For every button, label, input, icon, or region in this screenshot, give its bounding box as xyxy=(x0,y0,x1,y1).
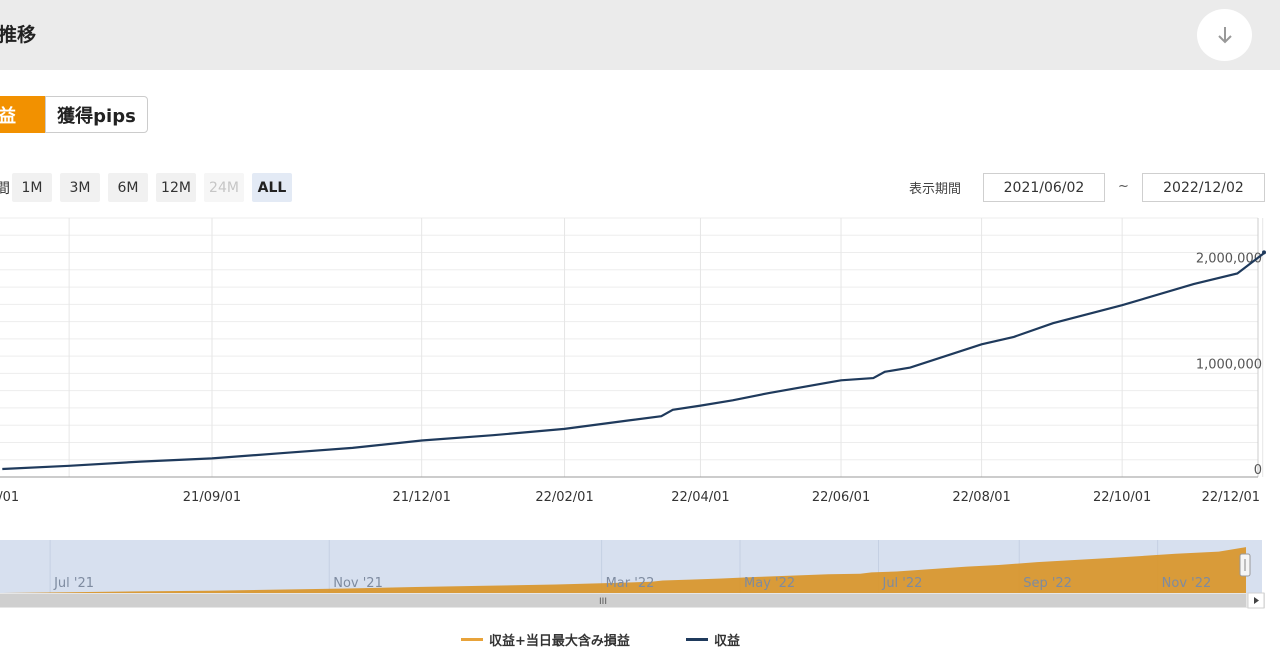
navigator-tick-label: Mar '22 xyxy=(606,576,655,591)
tab-profit-label: 益 xyxy=(0,105,16,127)
x-tick-label: 21/09/01 xyxy=(183,490,241,505)
y-tick-label: 2,000,000 xyxy=(1196,252,1262,267)
scrollbar-grip: III xyxy=(599,597,607,607)
period-separator: ~ xyxy=(1118,179,1129,194)
x-tick-label: 7/01 xyxy=(0,490,19,505)
range-all-button[interactable]: ALL xyxy=(252,173,292,202)
navigator-tick-label: Nov '21 xyxy=(333,576,383,591)
series-end-point xyxy=(1262,250,1266,255)
range-1m-button[interactable]: 1M xyxy=(12,173,52,202)
x-tick-label: 22/04/01 xyxy=(671,490,729,505)
y-tick-label: 1,000,000 xyxy=(1196,357,1262,372)
range-3m-button[interactable]: 3M xyxy=(60,173,100,202)
legend-label: 収益 xyxy=(714,634,741,649)
x-tick-label: 22/12/01 xyxy=(1202,490,1260,505)
range-12m-button[interactable]: 12M xyxy=(156,173,196,202)
download-button[interactable] xyxy=(1197,9,1252,61)
scrollbar-thumb xyxy=(0,594,1246,607)
profit-chart: 0 1,000,000 2,000,000 7/01 21/09/01 21/12/01 2… xyxy=(0,217,1266,609)
range-selector-label: 間 xyxy=(0,181,10,197)
period-from-input[interactable]: 2021/06/02 xyxy=(983,173,1105,202)
navigator-tick-label: Jul '22 xyxy=(881,576,922,591)
legend-swatch-navy xyxy=(686,638,708,641)
navigator-tick-label: May '22 xyxy=(744,576,795,591)
x-tick-label: 21/12/01 xyxy=(392,490,450,505)
legend-swatch-orange xyxy=(461,638,483,641)
navigator-tick-label: Nov '22 xyxy=(1162,576,1212,591)
tab-pips-label: 獲得pips xyxy=(57,105,136,127)
tab-pips[interactable]: 獲得pips xyxy=(45,96,148,133)
y-tick-label: 0 xyxy=(1254,463,1262,478)
x-tick-label: 22/06/01 xyxy=(812,490,870,505)
navigator-tick-label: Sep '22 xyxy=(1023,576,1072,591)
arrow-down-icon xyxy=(1217,27,1232,44)
panel-title: 推移 xyxy=(0,24,37,46)
legend-item-profit-plus-unrealized[interactable]: 収益+当日最大含み損益 xyxy=(461,630,630,649)
range-6m-button[interactable]: 6M xyxy=(108,173,148,202)
x-tick-label: 22/02/01 xyxy=(535,490,593,505)
period-to-input[interactable]: 2022/12/02 xyxy=(1142,173,1265,202)
legend-label: 収益+当日最大含み損益 xyxy=(489,634,630,649)
period-label: 表示期間 xyxy=(909,182,962,197)
tab-profit[interactable]: 益 xyxy=(0,96,46,133)
x-tick-label: 22/10/01 xyxy=(1093,490,1151,505)
x-tick-label: 22/08/01 xyxy=(952,490,1010,505)
series-line-profit xyxy=(2,251,1266,471)
chart-panel-header: 推移 xyxy=(0,0,1280,70)
legend-item-profit[interactable]: 収益 xyxy=(686,630,740,649)
navigator-tick-label: Jul '21 xyxy=(53,576,94,591)
range-24m-button: 24M xyxy=(204,173,244,202)
